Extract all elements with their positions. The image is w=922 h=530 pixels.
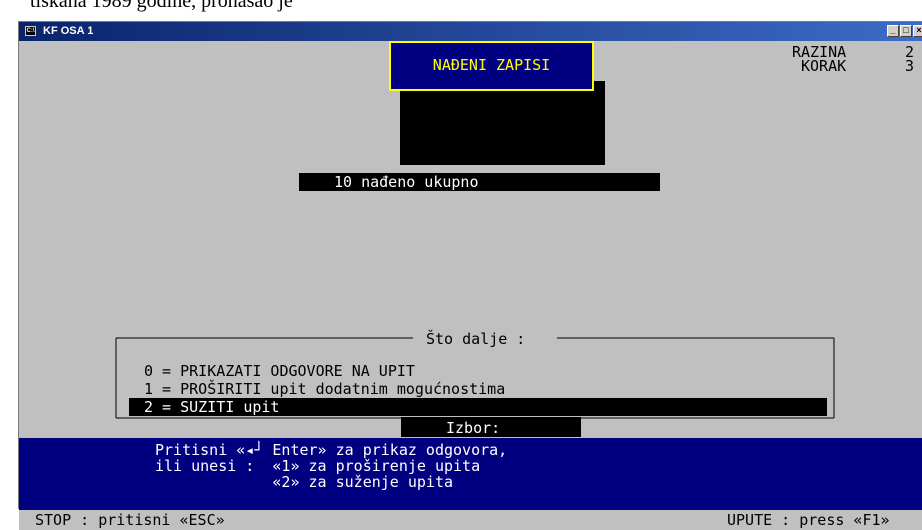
maximize-button[interactable]: □ bbox=[900, 25, 912, 37]
menu-item-show-answers[interactable]: 0 = PRIKAZATI ODGOVORE NA UPIT bbox=[144, 362, 415, 380]
document-text: tiskana 1989 godine, pronašao je bbox=[30, 0, 293, 12]
instructions-panel: Pritisni «◂┘ Enter» za prikaz odgovora, … bbox=[19, 438, 922, 510]
menu-item-narrow-query[interactable]: 2 = SUZITI upit bbox=[144, 398, 279, 416]
console-icon[interactable]: C:\ bbox=[25, 26, 36, 36]
console-window: C:\ KF OSA 1 _ □ × NAĐENI ZAPISI RAZINA … bbox=[18, 21, 922, 530]
status-bar: STOP : pritisni «ESC» UPUTE : press «F1» bbox=[19, 510, 922, 530]
title-bar[interactable]: C:\ KF OSA 1 _ □ × bbox=[19, 22, 922, 41]
korak-label: KORAK bbox=[801, 57, 847, 75]
found-box-shadow bbox=[400, 81, 605, 165]
found-records-box: NAĐENI ZAPISI bbox=[389, 41, 594, 91]
instruction-line-3: «2» za suženje upita bbox=[155, 473, 454, 491]
menu-item-expand-query[interactable]: 1 = PROŠIRITI upit dodatnim mogućnostima bbox=[144, 380, 505, 398]
console-screen[interactable]: NAĐENI ZAPISI RAZINA 2 KORAK 3 10 nađeno… bbox=[19, 41, 922, 530]
status-help-hint: UPUTE : press «F1» bbox=[727, 511, 890, 529]
close-button[interactable]: × bbox=[913, 25, 922, 37]
korak-value: 3 bbox=[905, 57, 915, 75]
result-count-bar: 10 nađeno ukupno bbox=[299, 173, 660, 191]
result-count-text: 10 nađeno ukupno bbox=[334, 173, 479, 191]
minimize-button[interactable]: _ bbox=[887, 25, 899, 37]
status-stop-hint: STOP : pritisni «ESC» bbox=[35, 511, 225, 529]
choice-prompt-bar[interactable]: Izbor: bbox=[401, 417, 581, 437]
window-title: KF OSA 1 bbox=[43, 25, 94, 37]
menu-title: Što dalje : bbox=[426, 330, 526, 348]
choice-prompt-label: Izbor: bbox=[446, 419, 501, 437]
found-records-label: NAĐENI ZAPISI bbox=[432, 56, 551, 74]
